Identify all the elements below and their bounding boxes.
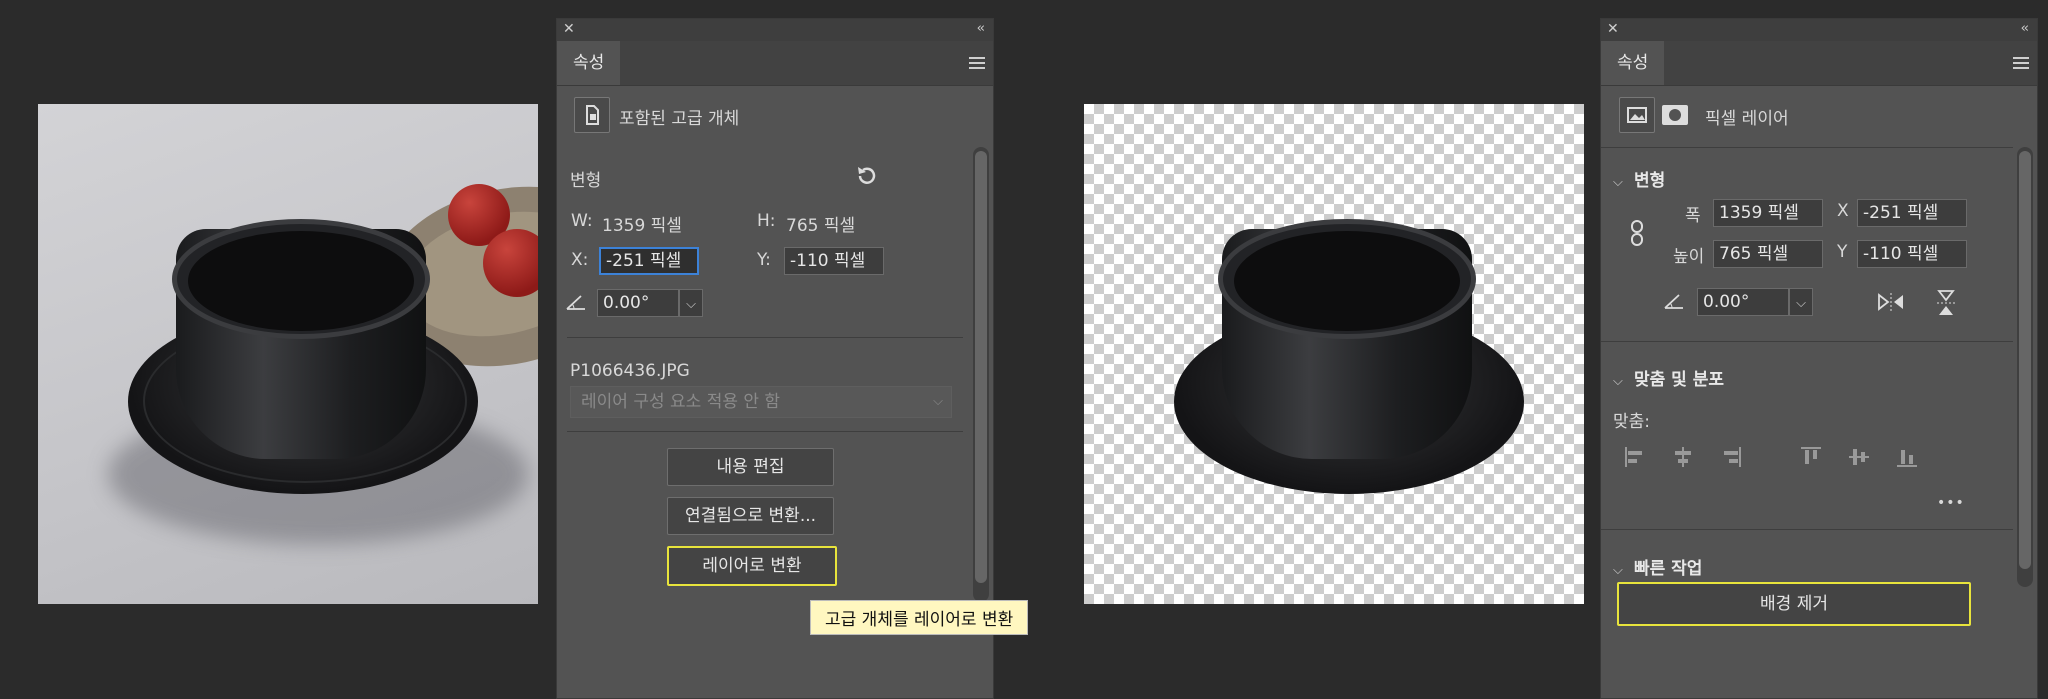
collapse-icon[interactable]: ‹‹: [977, 21, 986, 36]
chevron-down-icon: ⌵: [1796, 296, 1806, 311]
align-right-icon[interactable]: [1719, 445, 1743, 473]
height-field[interactable]: 765 픽셀: [1713, 240, 1823, 268]
section-toggle[interactable]: ⌵ 빠른 작업: [1613, 554, 1702, 579]
angle-field[interactable]: 0.00°: [597, 289, 679, 317]
y-label: Y:: [757, 250, 771, 270]
h-label: H:: [757, 211, 776, 231]
properties-panel-pixel-layer: ✕ ‹‹ 속성 픽셀 레이어 ⌵ 변형 폭 1359 픽셀 X -251 픽셀 …: [1600, 18, 2038, 699]
close-icon[interactable]: ✕: [563, 21, 575, 37]
section-toggle[interactable]: ⌵ 변형: [1613, 166, 1665, 191]
chevron-down-icon: ⌵: [1613, 563, 1623, 578]
align-top-icon[interactable]: [1799, 445, 1823, 473]
panel-titlebar: ✕ ‹‹: [557, 19, 993, 41]
panel-titlebar: ✕ ‹‹: [1601, 19, 2037, 41]
reset-transform-icon[interactable]: [854, 164, 878, 192]
x-label: X:: [571, 250, 589, 270]
object-type-label: 포함된 고급 개체: [619, 109, 740, 129]
w-value: 1359 픽셀: [602, 216, 682, 236]
chevron-down-icon: ⌵: [1613, 374, 1623, 389]
scrollbar-thumb[interactable]: [2019, 151, 2031, 569]
layer-mask-icon[interactable]: [1661, 103, 1689, 127]
angle-dropdown-button[interactable]: ⌵: [1789, 288, 1813, 316]
x-label: X: [1837, 201, 1849, 221]
section-toggle[interactable]: ⌵ 맞춤 및 분포: [1613, 365, 1724, 390]
quick-actions-header: 빠른 작업: [1633, 559, 1703, 579]
transform-header: 변형: [570, 171, 602, 191]
panel-menu-icon[interactable]: [969, 57, 985, 72]
close-icon[interactable]: ✕: [1607, 21, 1619, 37]
collapse-icon[interactable]: ‹‹: [2021, 21, 2030, 36]
linked-filename: P1066436.JPG: [570, 361, 690, 381]
transform-header: 변형: [1633, 171, 1666, 191]
panel-tabbar: 속성: [1601, 41, 2037, 86]
properties-panel-smart-object: ✕ ‹‹ 속성 포함된 고급 개체 변형 W: 1359 픽셀 H: 765 픽…: [556, 18, 994, 699]
convert-to-linked-button[interactable]: 연결됨으로 변환...: [667, 497, 834, 535]
tooltip: 고급 개체를 레이어로 변환: [810, 600, 1029, 635]
chevron-down-icon: ⌵: [933, 394, 943, 409]
x-position-field[interactable]: -251 픽셀: [1857, 199, 1967, 227]
scrollbar-thumb[interactable]: [975, 151, 987, 583]
panel-scrollbar[interactable]: [2017, 147, 2033, 587]
y-position-field[interactable]: -110 픽셀: [784, 247, 884, 275]
link-dimensions-icon[interactable]: [1629, 219, 1645, 251]
width-label: 폭: [1685, 206, 1701, 226]
panel-tabbar: 속성: [557, 41, 993, 86]
angle-icon: [1663, 292, 1685, 314]
y-label: Y: [1837, 242, 1848, 262]
align-distribute-header: 맞춤 및 분포: [1633, 370, 1724, 390]
layer-comp-dropdown-value: 레이어 구성 요소 적용 안 함: [581, 392, 781, 412]
remove-background-button[interactable]: 배경 제거: [1617, 582, 1971, 626]
pixel-layer-icon[interactable]: [1619, 97, 1655, 133]
background-removed-preview: [1084, 104, 1584, 604]
angle-field[interactable]: 0.00°: [1697, 288, 1789, 316]
edit-contents-button[interactable]: 내용 편집: [667, 448, 834, 486]
height-label: 높이: [1673, 247, 1705, 267]
w-label: W:: [571, 211, 593, 231]
smart-object-icon: [574, 97, 610, 133]
width-field[interactable]: 1359 픽셀: [1713, 199, 1823, 227]
angle-icon: [565, 293, 587, 315]
align-horizontal-center-icon[interactable]: [1671, 445, 1695, 473]
panel-menu-icon[interactable]: [2013, 57, 2029, 72]
align-vertical-center-icon[interactable]: [1847, 445, 1871, 473]
flip-vertical-icon[interactable]: [1935, 289, 1957, 321]
h-value: 765 픽셀: [786, 216, 856, 236]
y-position-field[interactable]: -110 픽셀: [1857, 240, 1967, 268]
source-photo: [38, 104, 538, 604]
tab-properties[interactable]: 속성: [557, 41, 621, 85]
convert-to-layers-button[interactable]: 레이어로 변환: [667, 546, 837, 586]
flip-horizontal-icon[interactable]: [1877, 291, 1905, 317]
x-position-field[interactable]: -251 픽셀: [599, 247, 699, 275]
angle-dropdown-button[interactable]: ⌵: [679, 289, 703, 317]
align-bottom-icon[interactable]: [1895, 445, 1919, 473]
more-options-button[interactable]: •••: [1937, 495, 1965, 511]
layer-comp-dropdown: 레이어 구성 요소 적용 안 함 ⌵: [570, 386, 952, 418]
align-label: 맞춤:: [1613, 412, 1651, 432]
chevron-down-icon: ⌵: [686, 297, 696, 312]
align-left-icon[interactable]: [1623, 445, 1647, 473]
chevron-down-icon: ⌵: [1613, 175, 1623, 190]
object-type-label: 픽셀 레이어: [1705, 109, 1789, 129]
panel-scrollbar[interactable]: [973, 147, 989, 602]
tab-properties[interactable]: 속성: [1601, 41, 1665, 85]
